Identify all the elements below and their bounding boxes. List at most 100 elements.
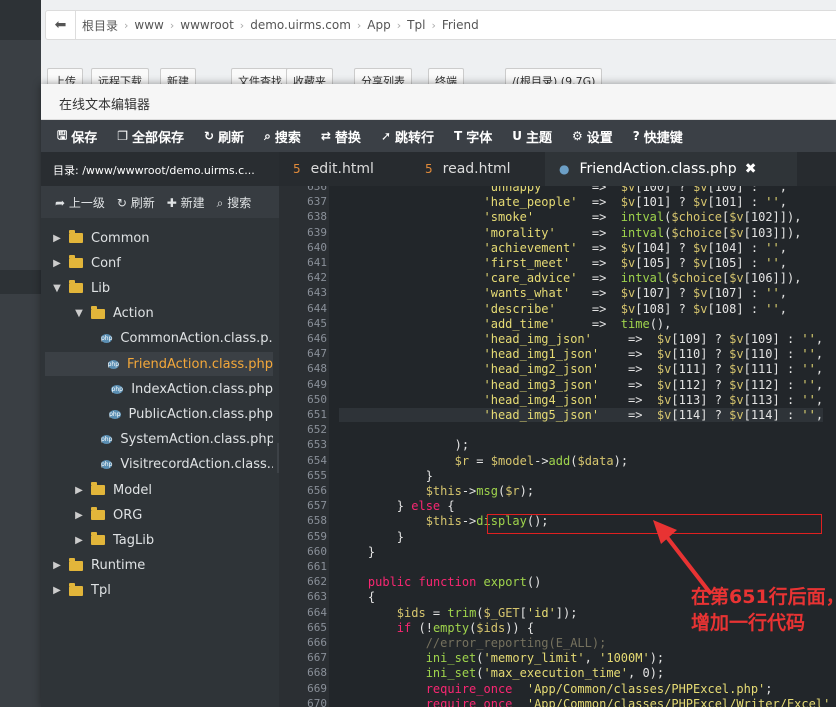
code-line[interactable]: 'unhappy' => $v[100] ? $v[100] : '',: [339, 186, 787, 194]
code-line[interactable]: $r = $model->add($data);: [339, 454, 628, 468]
menu-settings[interactable]: ⚙ 设置: [562, 120, 623, 152]
tree-item-label: Action: [113, 306, 154, 322]
code-line[interactable]: require_once 'App/Common/classes/PHPExce…: [339, 697, 831, 707]
tree-file[interactable]: php PublicAction.class.php: [45, 402, 273, 426]
code-line[interactable]: );: [339, 438, 469, 452]
code-line[interactable]: 'head_img3_json' => $v[112] ? $v[112] : …: [339, 378, 824, 392]
menu-save-all[interactable]: ❐ 全部保存: [107, 120, 194, 152]
breadcrumb-item[interactable]: www: [128, 18, 169, 32]
code-line[interactable]: 'first_meet' => $v[105] ? $v[105] : '',: [339, 256, 787, 270]
back-arrow-icon[interactable]: ⬅: [46, 11, 76, 39]
tree-folder[interactable]: ▶ Common: [45, 226, 273, 250]
tree-folder[interactable]: ▼ Action: [45, 302, 273, 326]
menu-refresh[interactable]: ↻ 刷新: [194, 120, 254, 152]
sidebar-action-new[interactable]: ✚ 新建: [167, 194, 205, 211]
sidebar-action-label: 上一级: [68, 195, 105, 210]
code-line[interactable]: }: [339, 530, 404, 544]
code-line[interactable]: 'describe' => $v[108] ? $v[108] : '',: [339, 302, 787, 316]
menu-theme[interactable]: U 主题: [502, 120, 562, 152]
left-strip-block: [0, 0, 41, 40]
tree-file[interactable]: php IndexAction.class.php: [45, 377, 273, 401]
php-file-icon: php: [111, 384, 124, 394]
tree-folder[interactable]: ▶ Conf: [45, 251, 273, 275]
tree-item-label: Lib: [91, 280, 111, 296]
code-line[interactable]: ini_set('max_execution_time', 0);: [339, 666, 664, 680]
line-number: 661: [307, 560, 327, 573]
tree-file[interactable]: php SystemAction.class.php: [45, 428, 273, 452]
menu-goto-line[interactable]: ➚ 跳转行: [371, 120, 444, 152]
code-line[interactable]: require_once 'App/Common/classes/PHPExce…: [339, 682, 773, 696]
menu-search[interactable]: ⌕ 搜索: [254, 120, 311, 152]
code-line[interactable]: 'achievement' => $v[104] ? $v[104] : '',: [339, 241, 787, 255]
tree-file[interactable]: php VisitrecordAction.class....: [45, 453, 273, 477]
tree-folder[interactable]: ▼ Lib: [45, 276, 273, 300]
tree-folder[interactable]: ▶ Runtime: [45, 554, 273, 578]
code-line[interactable]: 'wants_what' => $v[107] ? $v[107] : '',: [339, 286, 787, 300]
line-number: 644: [307, 301, 327, 315]
folder-icon: [69, 557, 83, 571]
code-line[interactable]: ini_set('memory_limit', '1000M');: [339, 651, 664, 665]
sidebar-action-up-level[interactable]: ➦ 上一级: [55, 194, 105, 211]
code-line[interactable]: 'hate_people' => $v[101] ? $v[101] : '',: [339, 195, 787, 209]
code-line[interactable]: 'head_img2_json' => $v[111] ? $v[111] : …: [339, 362, 824, 376]
folder-icon: [91, 305, 105, 319]
chevron-right-icon: ▶: [53, 560, 61, 572]
breadcrumb-item[interactable]: demo.uirms.com: [244, 18, 357, 32]
refresh-icon: ↻: [204, 129, 215, 143]
code-line[interactable]: 'head_img_json' => $v[109] ? $v[109] : '…: [339, 332, 824, 346]
code-line[interactable]: if (!empty($ids)) {: [339, 621, 534, 635]
tree-folder[interactable]: ▶ Tpl: [45, 579, 273, 603]
file-tree: ▶ Common ▶ Conf ▼ Lib ▼ Action php CommonAction.c…: [41, 218, 279, 707]
breadcrumb-item[interactable]: 根目录: [76, 17, 124, 34]
line-number: 652: [307, 423, 327, 437]
code-line[interactable]: 'care_advice' => intval($choice[$v[106]]…: [339, 271, 802, 285]
breadcrumb-item[interactable]: wwwroot: [174, 18, 240, 32]
tree-folder[interactable]: ▶ Model: [45, 478, 273, 502]
code-line[interactable]: 'head_img1_json' => $v[110] ? $v[110] : …: [339, 347, 824, 361]
close-icon[interactable]: ✖: [745, 161, 757, 177]
menu-label: 字体: [466, 130, 493, 146]
goto-line-icon: ➚: [380, 129, 391, 143]
theme-icon: U: [512, 129, 522, 143]
code-line[interactable]: 'add_time' => time(),: [339, 317, 672, 331]
app-left-strip: [0, 0, 41, 707]
folder-icon: [69, 582, 83, 596]
tab-file[interactable]: 5 edit.html: [279, 152, 411, 186]
code-line[interactable]: } else {: [339, 499, 455, 513]
code-line[interactable]: $this->msg($r);: [339, 484, 534, 498]
code-line[interactable]: 'morality' => intval($choice[$v[103]]),: [339, 226, 802, 240]
html-file-icon: 5: [293, 162, 301, 176]
breadcrumb-item[interactable]: Tpl: [401, 18, 431, 32]
tab-file[interactable]: ● FriendAction.class.php ✖: [545, 152, 797, 186]
editor-menu-bar: 🖫 保存 ❐ 全部保存 ↻ 刷新 ⌕ 搜索 ⇄ 替换 ➚ 跳转行 T 字体 U 主题 ⚙ 设置? 快捷键: [41, 120, 836, 152]
menu-label: 搜索: [274, 130, 301, 146]
code-line[interactable]: }: [339, 469, 433, 483]
code-line[interactable]: 'head_img5_json' => $v[114] ? $v[114] : …: [339, 408, 824, 422]
tree-file[interactable]: php FriendAction.class.php: [45, 352, 273, 376]
online-text-editor-window: 在线文本编辑器 🖫 保存 ❐ 全部保存 ↻ 刷新 ⌕ 搜索 ⇄ 替换 ➚ 跳转行 T 字体 U 主题 ⚙ 设置? 快…: [41, 84, 836, 707]
sidebar-action-search[interactable]: ⌕ 搜索: [217, 194, 252, 211]
menu-font[interactable]: T 字体: [444, 120, 502, 152]
menu-save[interactable]: 🖫 保存: [47, 120, 107, 152]
menu-replace[interactable]: ⇄ 替换: [311, 120, 371, 152]
line-number: 640: [307, 240, 327, 254]
code-line[interactable]: public function export(): [339, 575, 541, 589]
line-number: 666: [307, 636, 327, 649]
breadcrumb-item[interactable]: Friend: [436, 18, 485, 32]
code-line[interactable]: 'head_img4_json' => $v[113] ? $v[113] : …: [339, 393, 824, 407]
code-line[interactable]: 'smoke' => intval($choice[$v[102]]),: [339, 210, 802, 224]
code-line[interactable]: {: [339, 590, 375, 604]
line-number: 653: [307, 438, 327, 452]
breadcrumb-item[interactable]: App: [361, 18, 396, 32]
tree-folder[interactable]: ▶ ORG: [45, 503, 273, 527]
tree-item-label: Common: [91, 230, 150, 246]
tab-file[interactable]: 5 read.html: [411, 152, 545, 186]
sidebar-action-refresh[interactable]: ↻ 刷新: [117, 194, 155, 211]
editor-tabs: 5 edit.html 5 read.html ● FriendAction.class.…: [279, 152, 836, 186]
code-line[interactable]: //error_reporting(E_ALL);: [339, 636, 607, 650]
menu-shortcut[interactable]: ? 快捷键: [623, 120, 693, 152]
code-line[interactable]: }: [339, 545, 375, 559]
tree-file[interactable]: php CommonAction.class.p...: [45, 327, 273, 351]
code-line[interactable]: $ids = trim($_GET['id']);: [339, 606, 578, 620]
tree-folder[interactable]: ▶ TagLib: [45, 528, 273, 552]
